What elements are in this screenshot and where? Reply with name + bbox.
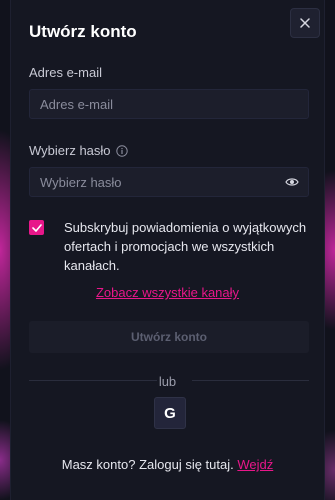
login-link[interactable]: Wejdź	[237, 457, 273, 472]
password-label: Wybierz hasło	[29, 143, 128, 158]
info-icon[interactable]	[115, 144, 128, 157]
all-channels-link[interactable]: Zobacz wszystkie kanały	[11, 285, 324, 300]
google-login-button[interactable]: G	[154, 397, 186, 429]
login-prompt: Masz konto? Zaloguj się tutaj. Wejdź	[11, 457, 324, 472]
email-field[interactable]	[29, 89, 309, 119]
checkmark-icon	[31, 223, 42, 232]
email-label: Adres e-mail	[29, 65, 102, 80]
close-icon	[300, 18, 310, 28]
modal-title: Utwórz konto	[29, 22, 137, 41]
divider-text: lub	[158, 374, 177, 389]
eye-icon[interactable]	[285, 176, 299, 188]
divider-right	[192, 380, 309, 381]
subscribe-checkbox[interactable]	[29, 220, 44, 235]
subscribe-text: Subskrybuj powiadomienia o wyjątkowych o…	[64, 220, 307, 273]
email-label-text: Adres e-mail	[29, 65, 102, 80]
close-button[interactable]	[290, 8, 320, 38]
login-prompt-text: Masz konto? Zaloguj się tutaj.	[61, 457, 234, 472]
password-label-text: Wybierz hasło	[29, 143, 111, 158]
google-icon: G	[164, 404, 176, 422]
signup-modal: Utwórz konto Adres e-mail Wybierz hasło	[10, 0, 325, 500]
create-account-button[interactable]: Utwórz konto	[29, 321, 309, 353]
password-field[interactable]	[29, 167, 309, 197]
